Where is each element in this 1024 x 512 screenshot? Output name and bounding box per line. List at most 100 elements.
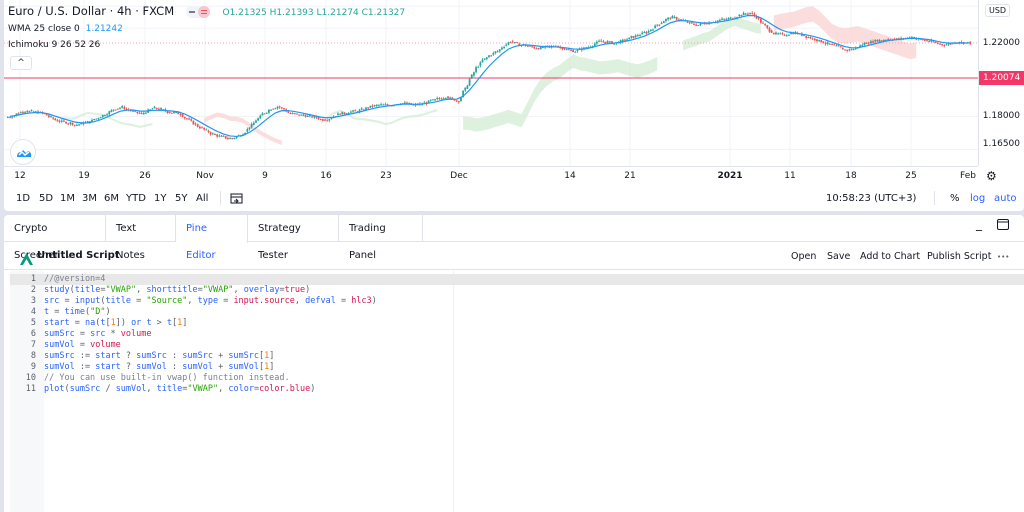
range-button-3m[interactable]: 3M	[82, 193, 97, 204]
tab-text-notes[interactable]: Text Notes	[106, 215, 176, 261]
tab-crypto-screener[interactable]: Crypto Screener ⌄	[4, 215, 106, 261]
minimize-panel-icon[interactable]: _	[976, 217, 982, 231]
indicator-ichimoku[interactable]: Ichimoku 9 26 52 26	[8, 40, 100, 50]
code-token: :	[166, 351, 183, 361]
range-button-6m[interactable]: 6M	[104, 193, 119, 204]
code-line[interactable]: 10 // You can use built-in vwap() functio…	[10, 373, 290, 384]
time-axis[interactable]: 12 19 26 Nov 9 16 23 Dec 14 21 2021 11 18 25 Feb	[4, 166, 978, 184]
collapse-legend-button[interactable]: ^	[10, 56, 32, 70]
price-chart[interactable]	[4, 0, 978, 166]
candle-body	[809, 37, 812, 39]
code-line[interactable]: 6 sumSrc = src * volume	[10, 329, 152, 340]
code-line[interactable]: 8 sumSrc := start ? sumSrc : sumSrc + sum…	[10, 351, 275, 362]
symbol-title[interactable]: Euro / U.S. Dollar · 4h · FXCM	[8, 4, 174, 18]
candle-body	[729, 17, 732, 19]
candle-body	[772, 32, 775, 35]
clock-timezone[interactable]: 10:58:23 (UTC+3)	[826, 193, 916, 204]
candle-body	[444, 97, 447, 99]
time-tick: 14	[564, 171, 576, 181]
log-scale-toggle[interactable]: log	[970, 193, 985, 204]
tab-trading-panel[interactable]: Trading Panel	[339, 215, 423, 261]
publish-script-button[interactable]: Publish Script	[927, 251, 991, 262]
candle-body	[606, 41, 609, 43]
add-to-chart-button[interactable]: Add to Chart	[860, 251, 920, 262]
candle-body	[539, 46, 542, 50]
candle-body	[112, 109, 115, 111]
code-token: sumSrc	[44, 351, 75, 361]
candle-body	[693, 23, 695, 25]
candle-body	[850, 49, 853, 51]
candle-body	[220, 135, 223, 137]
auto-scale-toggle[interactable]: auto	[994, 193, 1017, 204]
candle-body	[759, 18, 762, 23]
symbol-legend[interactable]: Euro / U.S. Dollar · 4h · FXCM O1.21325 …	[8, 4, 405, 18]
code-editor[interactable]: 1//@version=4 2 study(title="VWAP", shortt…	[4, 271, 1024, 512]
candle-body	[742, 12, 745, 16]
percent-scale-toggle[interactable]: %	[950, 193, 960, 204]
candle-body	[28, 111, 31, 113]
candle-body	[45, 114, 48, 116]
candle-body	[880, 40, 883, 42]
range-button-1d[interactable]: 1D	[16, 193, 30, 204]
code-token: type	[197, 296, 219, 306]
code-token: sumVol	[44, 340, 75, 350]
save-button[interactable]: Save	[827, 251, 850, 262]
chart-settings-gear-icon[interactable]: ⚙	[986, 169, 997, 183]
candle-body	[47, 115, 50, 117]
range-button-all[interactable]: All	[196, 193, 208, 204]
tab-strategy-tester[interactable]: Strategy Tester	[248, 215, 339, 261]
range-button-5d[interactable]: 5D	[39, 193, 53, 204]
more-options-icon[interactable]: •••	[997, 253, 1009, 261]
candle-body	[608, 41, 611, 43]
legend-toggle-icon[interactable]	[185, 5, 210, 18]
range-button-5y[interactable]: 5Y	[175, 193, 187, 204]
code-line[interactable]: 11 plot(sumSrc / sumVol, title="VWAP", co…	[10, 384, 316, 395]
chart-panel[interactable]: Euro / U.S. Dollar · 4h · FXCM O1.21325 …	[4, 0, 1024, 211]
range-button-1m[interactable]: 1M	[60, 193, 75, 204]
tab-pine-editor[interactable]: Pine Editor	[176, 215, 248, 261]
code-token: //@version=4	[44, 274, 106, 284]
code-line[interactable]: 4t = time("D")	[10, 307, 111, 318]
candle-body	[138, 112, 141, 114]
candle-body	[259, 115, 262, 119]
candle-body	[196, 124, 199, 127]
code-line[interactable]: 5 start = na(t[1]) or t > t[1]	[10, 318, 188, 329]
candle-body	[501, 47, 503, 50]
code-token: title	[105, 296, 132, 306]
code-line[interactable]: 2 study(title="VWAP", shorttitle="VWAP", …	[10, 285, 310, 296]
indicator-wma[interactable]: WMA 25 close 0 1.21242	[8, 24, 123, 34]
candle-body	[531, 46, 534, 48]
range-button-ytd[interactable]: YTD	[126, 193, 146, 204]
code-token: +	[212, 351, 229, 361]
price-axis[interactable]: USD 1.22000 1.20074 1.18000 1.16500	[978, 0, 1024, 166]
candle-body	[576, 49, 579, 52]
tradingview-logo-button[interactable]	[10, 139, 36, 165]
code-token: src	[44, 296, 60, 306]
range-button-1y[interactable]: 1Y	[154, 193, 166, 204]
candle-body	[104, 115, 106, 117]
candle-body	[268, 109, 270, 113]
price-tick: 1.18000	[982, 111, 1020, 121]
code-token: )	[305, 285, 311, 295]
code-line[interactable]: 9 sumVol := start ? sumVol : sumVol + sum…	[10, 362, 275, 373]
candlestick-chart[interactable]	[4, 0, 978, 166]
open-button[interactable]: Open	[791, 251, 816, 262]
candle-body	[671, 15, 674, 19]
candle-body	[155, 107, 158, 109]
code-token: +	[212, 362, 229, 372]
open-value: 1.21325	[229, 8, 267, 18]
currency-badge[interactable]: USD	[985, 4, 1011, 17]
candle-body	[822, 41, 825, 44]
candle-body	[160, 108, 162, 110]
candle-body	[438, 97, 441, 99]
candle-body	[440, 98, 443, 100]
candle-body	[686, 21, 689, 23]
code-token: overlay	[243, 285, 280, 295]
script-title[interactable]: Untitled Script	[37, 250, 120, 261]
goto-date-icon[interactable]	[230, 193, 244, 208]
code-line[interactable]: 1 //@version=4	[10, 274, 1024, 285]
code-line[interactable]: 3 src = input(title = "Source", type = in…	[10, 296, 377, 307]
code-line[interactable]: 7 sumVol = volume	[10, 340, 121, 351]
candle-body	[194, 123, 197, 125]
maximize-panel-icon[interactable]	[997, 219, 1009, 233]
